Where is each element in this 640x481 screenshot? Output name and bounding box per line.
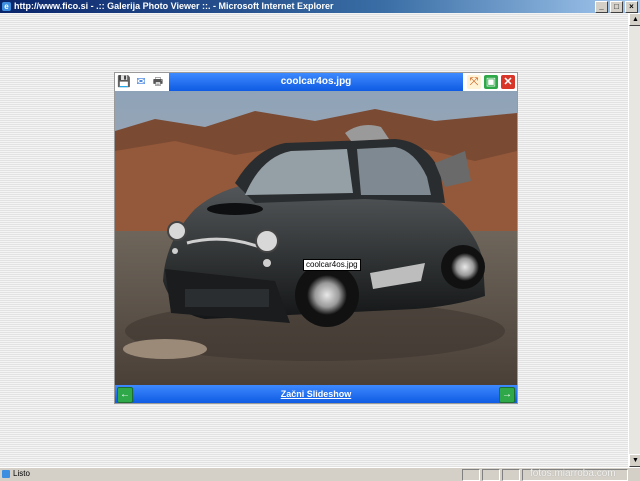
status-bar: Listo fotos.miarroba.com: [0, 467, 640, 481]
fit-size-icon[interactable]: ⤧: [467, 75, 481, 89]
print-icon[interactable]: 🖶: [151, 75, 165, 89]
car-photo: [115, 91, 517, 385]
wallpaper-icon[interactable]: ▣: [484, 75, 498, 89]
ie-icon: e: [2, 2, 11, 11]
status-segment: [502, 469, 520, 481]
maximize-button[interactable]: □: [610, 1, 623, 13]
photo-viewer: 💾 ✉ 🖶 coolcar4os.jpg ⤧ ▣ ✕ coolcar4os.jp…: [114, 72, 518, 404]
photo-image: coolcar4os.jpg: [115, 91, 517, 385]
viewer-footer: ← Začni Slideshow →: [115, 385, 517, 403]
start-slideshow-link[interactable]: Začni Slideshow: [235, 385, 397, 403]
window-title: http://www.fico.si - .:: Galerija Photo …: [14, 1, 334, 11]
email-icon[interactable]: ✉: [134, 75, 148, 89]
status-segment: [482, 469, 500, 481]
watermark-text: fotos.miarroba.com: [530, 468, 616, 479]
close-button[interactable]: ×: [625, 1, 638, 13]
page-icon: [2, 470, 10, 478]
save-icon[interactable]: 💾: [117, 75, 131, 89]
close-viewer-icon[interactable]: ✕: [501, 75, 515, 89]
minimize-button[interactable]: _: [595, 1, 608, 13]
vertical-scrollbar[interactable]: ▲ ▼: [628, 13, 640, 467]
viewer-toolbar: 💾 ✉ 🖶 coolcar4os.jpg ⤧ ▣ ✕: [115, 73, 517, 91]
scroll-down-icon[interactable]: ▼: [629, 454, 640, 467]
window-controls: _ □ ×: [595, 1, 638, 13]
previous-arrow-icon[interactable]: ←: [117, 387, 133, 403]
status-segment: [462, 469, 480, 481]
scroll-up-icon[interactable]: ▲: [629, 13, 640, 26]
status-text: Listo: [13, 469, 30, 478]
window-titlebar: e http://www.fico.si - .:: Galerija Phot…: [0, 0, 640, 13]
image-tooltip: coolcar4os.jpg: [303, 259, 361, 271]
viewer-title: coolcar4os.jpg: [280, 76, 352, 87]
next-arrow-icon[interactable]: →: [499, 387, 515, 403]
